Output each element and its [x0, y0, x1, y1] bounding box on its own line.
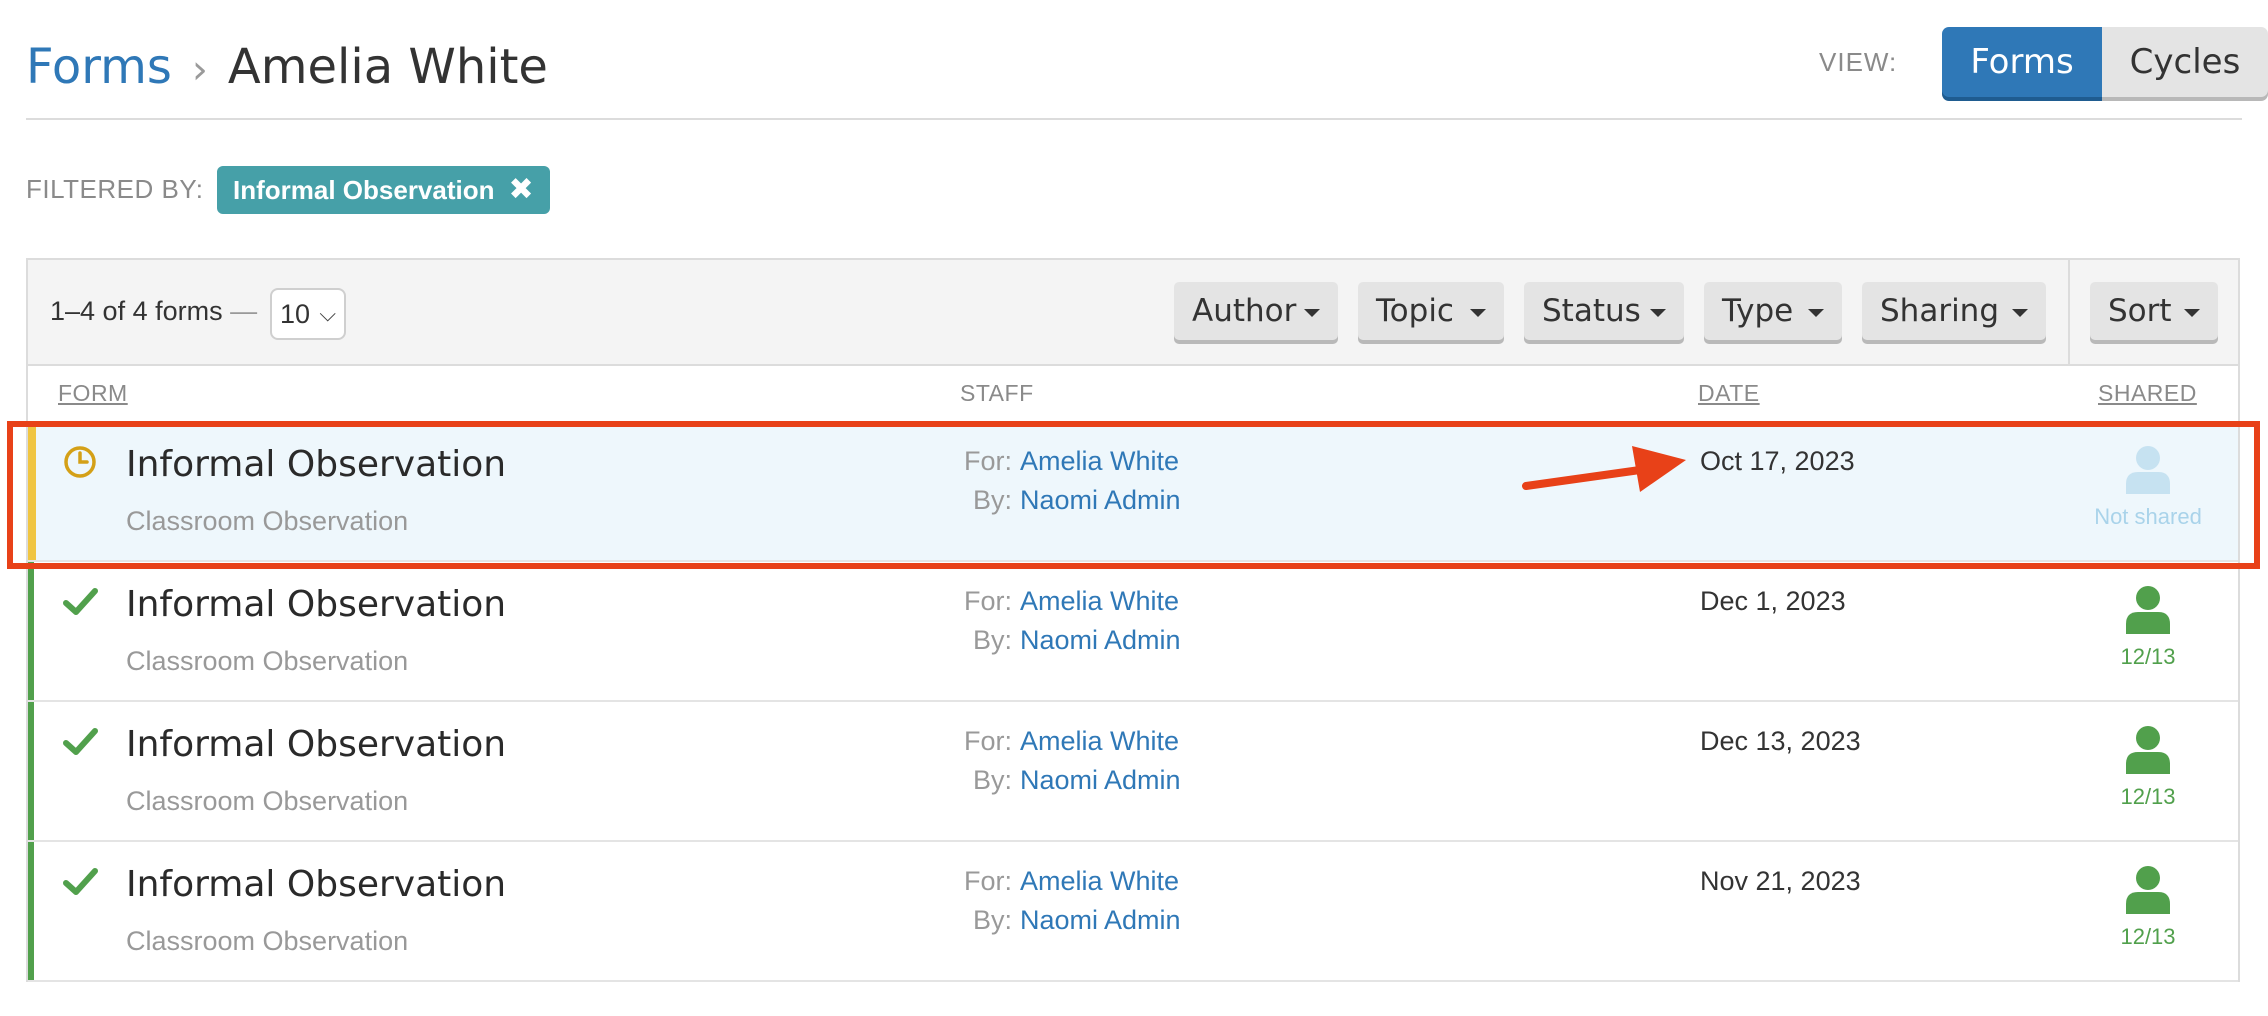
list-toolbar: 1–4 of 4 forms — 10 ⌵ Author Topic Statu…	[28, 260, 2238, 366]
shared-count: 12/13	[2120, 644, 2176, 669]
checkmark-icon	[63, 868, 98, 895]
filter-label: FILTERED BY:	[26, 174, 204, 204]
breadcrumb-forms-link[interactable]: Forms	[26, 39, 172, 95]
staff-for-link[interactable]: Amelia White	[1020, 866, 1179, 896]
result-count: 1–4 of 4 forms —	[50, 296, 257, 327]
form-row[interactable]: Informal Observation Classroom Observati…	[28, 562, 2238, 702]
annotation-arrow-icon	[1522, 446, 1686, 492]
staff-by-link[interactable]: Naomi Admin	[1020, 905, 1181, 935]
by-label: By:	[972, 905, 1012, 935]
form-row[interactable]: Informal Observation Classroom Observati…	[28, 702, 2238, 842]
caret-down-icon	[1470, 309, 1486, 317]
staff-for: For: Amelia White	[928, 726, 1179, 757]
caret-down-icon	[1304, 309, 1320, 317]
toolbar-divider	[2068, 260, 2070, 364]
for-label: For:	[963, 586, 1012, 616]
page-title: Amelia White	[227, 39, 548, 95]
result-count-text: 1–4 of 4 forms	[50, 296, 223, 326]
forms-panel: 1–4 of 4 forms — 10 ⌵ Author Topic Statu…	[26, 258, 2240, 982]
remove-filter-icon[interactable]: ✖	[509, 166, 534, 214]
form-title[interactable]: Informal Observation	[126, 584, 506, 625]
shared-count: 12/13	[2120, 784, 2176, 809]
staff-by: By: Naomi Admin	[928, 625, 1181, 656]
user-icon	[2126, 726, 2170, 774]
chevron-down-icon: ⌵	[319, 301, 336, 326]
staff-for-link[interactable]: Amelia White	[1020, 586, 1179, 616]
sort-label: Sort	[2108, 293, 2172, 329]
view-label: VIEW:	[1819, 47, 1898, 77]
staff-by-link[interactable]: Naomi Admin	[1020, 765, 1181, 795]
staff-by: By: Naomi Admin	[928, 905, 1181, 936]
view-toggle: Forms Cycles	[1942, 27, 2268, 101]
result-count-dash: —	[230, 296, 258, 326]
status-bar	[28, 562, 34, 700]
form-date: Dec 1, 2023	[1700, 586, 1846, 616]
view-forms-button[interactable]: Forms	[1942, 27, 2102, 97]
checkmark-icon	[63, 728, 98, 755]
checkmark-icon	[63, 588, 98, 615]
form-title[interactable]: Informal Observation	[126, 724, 506, 765]
column-header-date[interactable]: DATE	[1698, 380, 1760, 407]
staff-by: By: Naomi Admin	[928, 765, 1181, 796]
staff-by-link[interactable]: Naomi Admin	[1020, 625, 1181, 655]
shared-count: 12/13	[2120, 924, 2176, 949]
staff-for-link[interactable]: Amelia White	[1020, 726, 1179, 756]
by-label: By:	[972, 765, 1012, 795]
sharing-filter-button[interactable]: Sharing	[1862, 282, 2046, 340]
author-filter-button[interactable]: Author	[1174, 282, 1338, 340]
type-filter-button[interactable]: Type	[1704, 282, 1842, 340]
for-label: For:	[963, 726, 1012, 756]
staff-for: For: Amelia White	[928, 586, 1179, 617]
form-date: Dec 13, 2023	[1700, 726, 1861, 756]
sort-button[interactable]: Sort	[2090, 282, 2218, 340]
filter-chip[interactable]: Informal Observation ✖	[217, 166, 550, 214]
form-subtitle: Classroom Observation	[126, 646, 409, 676]
by-label: By:	[972, 625, 1012, 655]
form-date: Nov 21, 2023	[1700, 866, 1861, 896]
breadcrumb: Forms › Amelia White	[26, 34, 548, 103]
form-subtitle: Classroom Observation	[126, 786, 409, 816]
staff-for: For: Amelia White	[928, 866, 1179, 897]
column-header-staff: STAFF	[960, 380, 1034, 406]
caret-down-icon	[2012, 309, 2028, 317]
caret-down-icon	[1650, 309, 1666, 317]
annotation-highlight-box	[7, 421, 2260, 569]
filter-chip-label: Informal Observation	[233, 175, 495, 205]
user-icon	[2126, 586, 2170, 634]
type-filter-label: Type	[1722, 293, 1794, 329]
status-filter-label: Status	[1542, 293, 1641, 329]
topic-filter-label: Topic	[1376, 293, 1454, 329]
page-header: Forms › Amelia White VIEW: Forms Cycles	[26, 0, 2268, 120]
status-bar	[28, 842, 34, 980]
column-header-shared[interactable]: SHARED	[2098, 380, 2197, 407]
caret-down-icon	[1808, 309, 1824, 317]
per-page-select[interactable]: 10 ⌵	[270, 288, 346, 340]
topic-filter-button[interactable]: Topic	[1358, 282, 1504, 340]
column-header-form[interactable]: FORM	[58, 380, 128, 407]
breadcrumb-separator-icon: ›	[191, 47, 208, 93]
author-filter-label: Author	[1192, 293, 1297, 329]
caret-down-icon	[2184, 309, 2200, 317]
status-filter-button[interactable]: Status	[1524, 282, 1684, 340]
form-subtitle: Classroom Observation	[126, 926, 409, 956]
form-row[interactable]: Informal Observation Classroom Observati…	[28, 842, 2238, 982]
form-title[interactable]: Informal Observation	[126, 864, 506, 905]
view-cycles-button[interactable]: Cycles	[2102, 27, 2268, 97]
sharing-filter-label: Sharing	[1880, 293, 2000, 329]
for-label: For:	[963, 866, 1012, 896]
status-bar	[28, 702, 34, 840]
per-page-value: 10	[280, 299, 311, 329]
user-icon	[2126, 866, 2170, 914]
